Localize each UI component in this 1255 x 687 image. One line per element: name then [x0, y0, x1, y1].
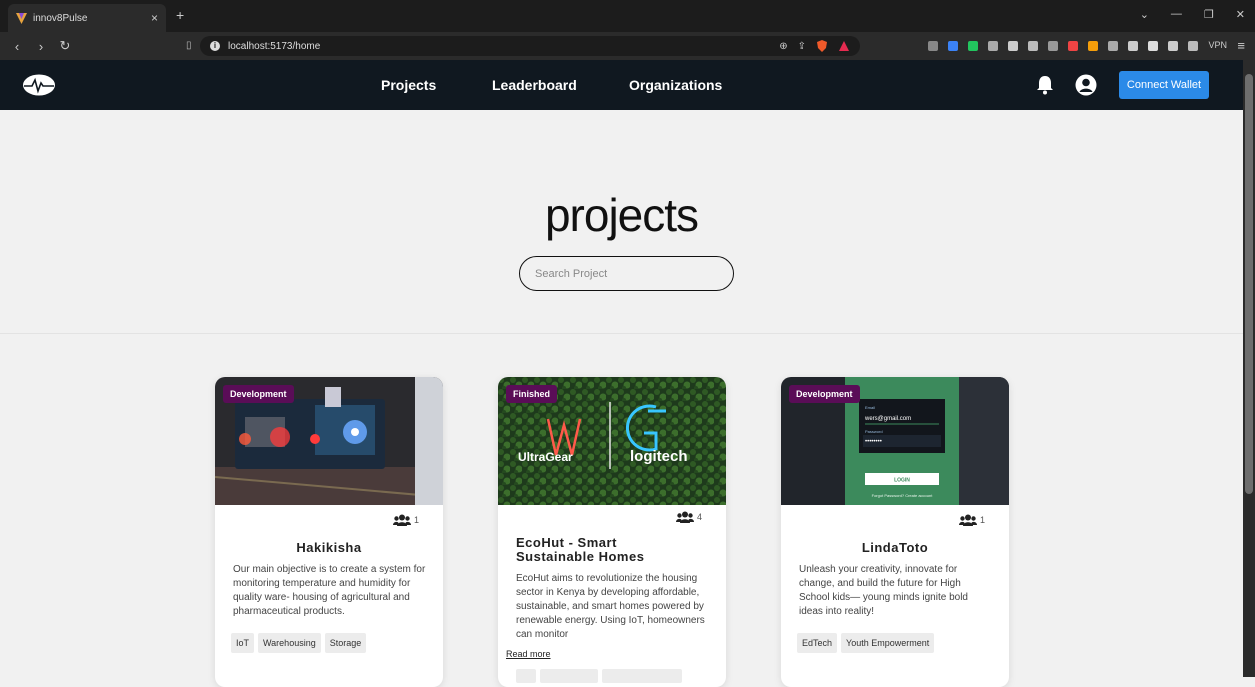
- read-more-link[interactable]: Read more: [506, 649, 551, 659]
- close-window-icon[interactable]: ✕: [1236, 8, 1245, 21]
- tag-list: [516, 669, 682, 683]
- project-image: UltraGear logitech Finished: [498, 377, 726, 505]
- users-icon: [675, 511, 694, 523]
- new-tab-icon[interactable]: +: [176, 7, 184, 23]
- extension-icon[interactable]: [1088, 41, 1098, 51]
- browser-tab[interactable]: innov8Pulse ×: [8, 4, 166, 32]
- address-toolbar: ‹ › ↻ ▯ i localhost:5173/home ⊕ ⇪ VPN ≡: [0, 32, 1255, 60]
- minimize-icon[interactable]: —: [1171, 8, 1182, 21]
- search-input[interactable]: [519, 256, 734, 291]
- url-bar[interactable]: i localhost:5173/home ⊕ ⇪: [200, 36, 860, 56]
- tag: EdTech: [797, 633, 838, 653]
- tag: [602, 669, 682, 683]
- leo-icon[interactable]: [1188, 41, 1198, 51]
- users-icon: [392, 514, 411, 526]
- url-actions: ⊕ ⇪: [779, 40, 850, 52]
- brave-shield-icon[interactable]: [816, 40, 828, 52]
- back-icon[interactable]: ‹: [10, 39, 24, 54]
- project-image: Email wers@gmail.com Password •••••••• L…: [781, 377, 1009, 505]
- project-description: EcoHut aims to revolutionize the housing…: [516, 573, 705, 637]
- mock-email-value: wers@gmail.com: [864, 416, 911, 422]
- mock-password-label: Password: [865, 429, 883, 434]
- project-description: Unleash your creativity, innovate for ch…: [799, 564, 968, 617]
- tag: Warehousing: [258, 633, 321, 653]
- close-tab-icon[interactable]: ×: [151, 11, 158, 25]
- nav-projects[interactable]: Projects: [381, 77, 436, 93]
- ultragear-logo-text: UltraGear: [518, 450, 573, 464]
- tag-list: EdTech Youth Empowerment: [797, 633, 935, 653]
- users-icon: [958, 514, 977, 526]
- menu-icon[interactable]: ≡: [1237, 38, 1245, 53]
- extension-icon[interactable]: [1008, 41, 1018, 51]
- extensions-bar: [928, 41, 1198, 51]
- mock-email-label: Email: [865, 405, 875, 410]
- tag-list: IoT Warehousing Storage: [231, 633, 367, 653]
- tab-list-icon[interactable]: ⌄: [1140, 8, 1149, 21]
- sidebar-icon[interactable]: [1148, 41, 1158, 51]
- status-badge: Development: [223, 385, 294, 403]
- tab-title: innov8Pulse: [33, 12, 88, 24]
- mock-login-button: LOGIN: [894, 478, 910, 484]
- reload-icon[interactable]: ↻: [58, 38, 72, 54]
- pulse-logo-icon[interactable]: [22, 74, 56, 96]
- tag: [540, 669, 598, 683]
- tag: Storage: [324, 633, 367, 653]
- members-count: 1: [392, 514, 419, 526]
- tag: IoT: [231, 633, 255, 653]
- tag: Youth Empowerment: [841, 633, 935, 653]
- logitech-logo-text: logitech: [630, 448, 688, 465]
- status-badge: Development: [789, 385, 860, 403]
- restore-icon[interactable]: ❐: [1204, 8, 1214, 21]
- tag: [516, 669, 536, 683]
- brave-rewards-icon[interactable]: [838, 40, 850, 52]
- extension-icon[interactable]: [968, 41, 978, 51]
- members-count: 1: [958, 514, 985, 526]
- extension-icon[interactable]: [928, 41, 938, 51]
- project-title[interactable]: Hakikisha: [215, 540, 443, 555]
- status-badge: Finished: [506, 385, 558, 403]
- extension-icon[interactable]: [1108, 41, 1118, 51]
- extension-icon[interactable]: [1048, 41, 1058, 51]
- app-navbar: Projects Leaderboard Organizations Conne…: [0, 60, 1243, 110]
- wallet-ext-icon[interactable]: [1168, 41, 1178, 51]
- vpn-button[interactable]: VPN: [1208, 40, 1227, 50]
- page-scrollbar[interactable]: [1243, 60, 1255, 677]
- project-card[interactable]: Email wers@gmail.com Password •••••••• L…: [781, 377, 1009, 687]
- project-card[interactable]: UltraGear logitech Finished 4 EcoHut - S…: [498, 377, 726, 687]
- extension-icon[interactable]: [1068, 41, 1078, 51]
- browser-tab-bar: innov8Pulse × + ⌄ — ❐ ✕: [0, 0, 1255, 32]
- extension-icon[interactable]: [948, 41, 958, 51]
- page-title: projects: [544, 189, 699, 241]
- project-card[interactable]: Development 1 Hakikisha Our main objecti…: [215, 377, 443, 687]
- project-image: Development: [215, 377, 443, 505]
- members-count: 4: [675, 511, 702, 523]
- zoom-icon[interactable]: ⊕: [779, 41, 787, 52]
- mock-forgot-link: Forgot Password? Create account: [872, 493, 934, 498]
- extension-icon[interactable]: [988, 41, 998, 51]
- bell-icon[interactable]: [1035, 75, 1055, 95]
- bookmark-icon[interactable]: ▯: [186, 40, 192, 51]
- forward-icon[interactable]: ›: [34, 39, 48, 54]
- project-title[interactable]: EcoHut - Smart Sustainable Homes: [516, 536, 696, 564]
- project-title[interactable]: LindaToto: [781, 540, 1009, 555]
- extension-icon[interactable]: [1028, 41, 1038, 51]
- site-info-icon[interactable]: i: [210, 41, 220, 51]
- window-controls: ⌄ — ❐ ✕: [1140, 8, 1245, 21]
- connect-wallet-button[interactable]: Connect Wallet: [1119, 71, 1209, 99]
- nav-organizations[interactable]: Organizations: [629, 77, 722, 93]
- download-icon[interactable]: [1128, 41, 1138, 51]
- share-icon[interactable]: ⇪: [798, 41, 806, 52]
- nav-leaderboard[interactable]: Leaderboard: [492, 77, 577, 93]
- project-description: Our main objective is to create a system…: [233, 564, 426, 617]
- scrollbar-thumb[interactable]: [1245, 74, 1253, 494]
- hero-section: projects: [0, 110, 1243, 334]
- user-account-icon[interactable]: [1075, 74, 1097, 96]
- favicon-icon: [16, 12, 27, 24]
- mock-password-value: ••••••••: [865, 439, 882, 445]
- url-text[interactable]: localhost:5173/home: [228, 41, 320, 52]
